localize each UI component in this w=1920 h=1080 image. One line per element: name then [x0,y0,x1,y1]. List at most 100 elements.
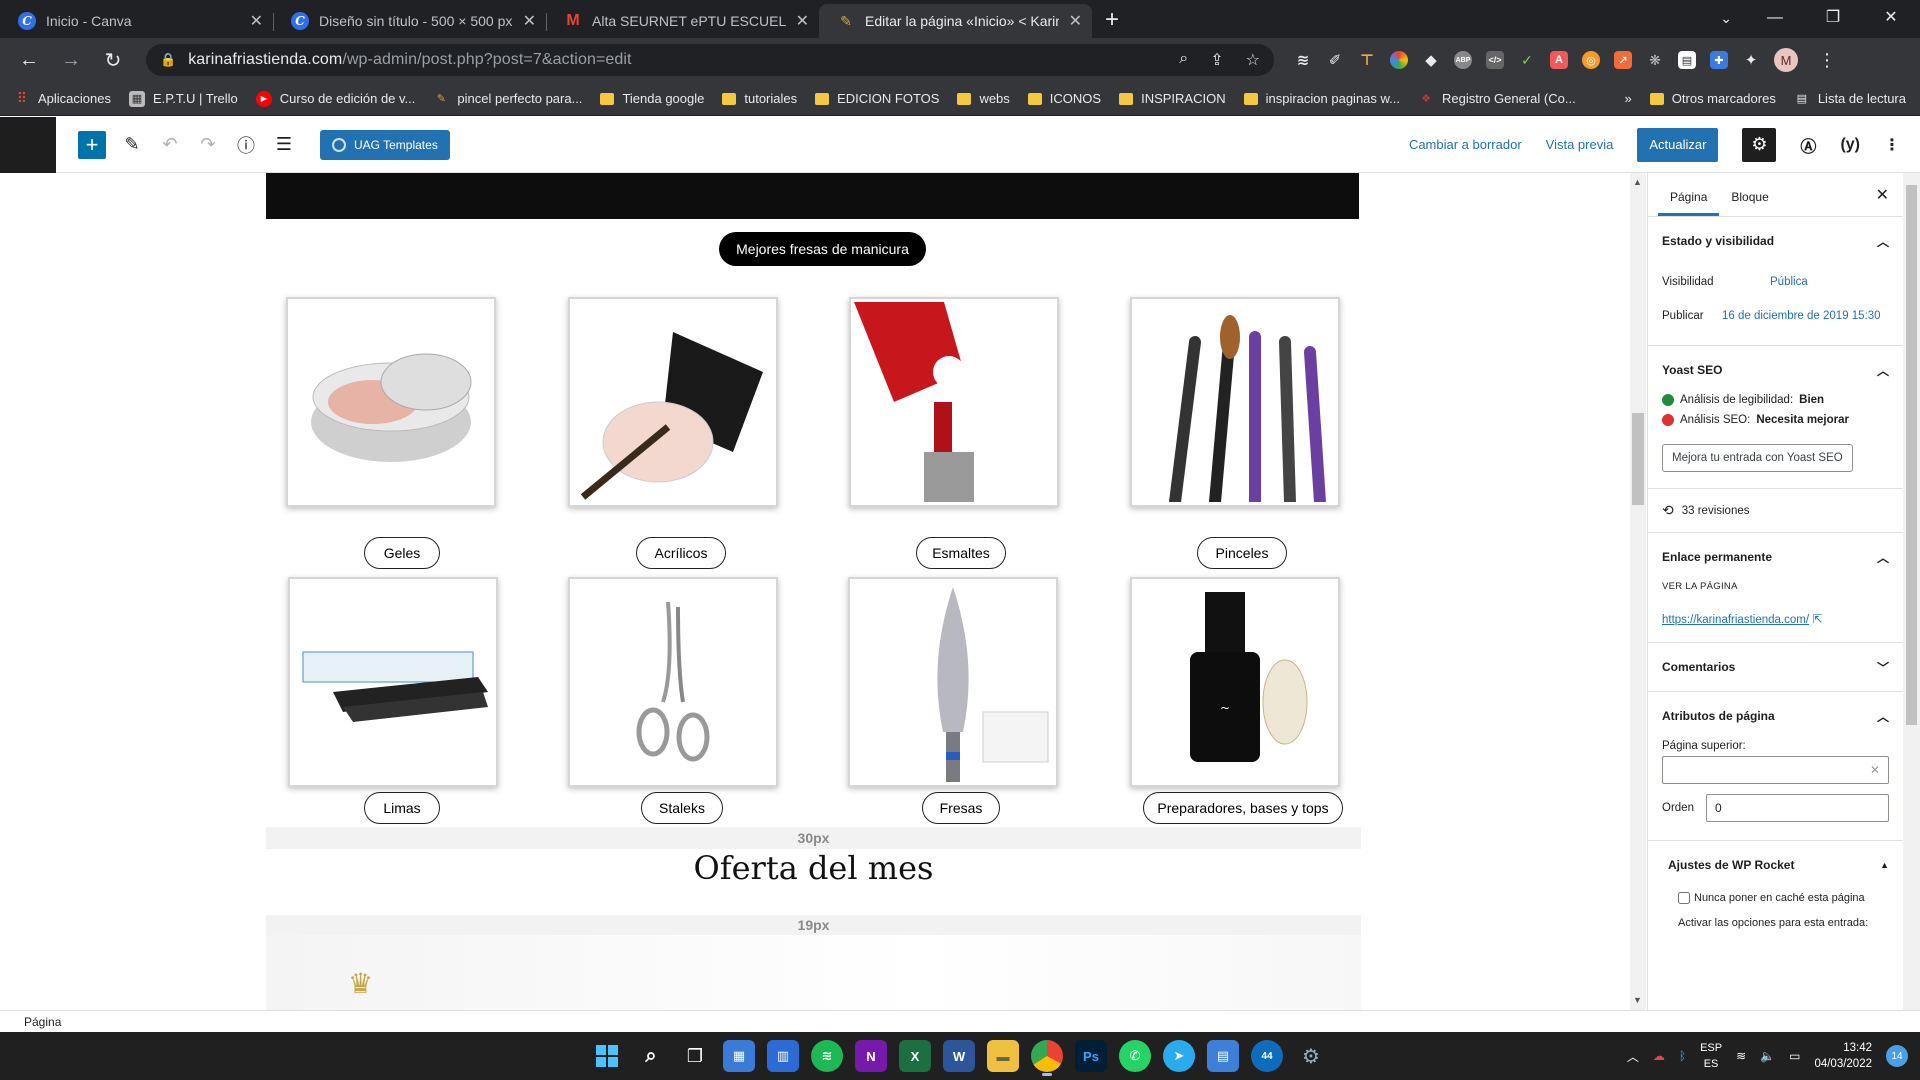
close-icon[interactable]: ✕ [523,11,536,31]
bookmarks-overflow-button[interactable]: » [1625,91,1632,106]
widgets-icon[interactable]: ▦ [723,1040,755,1072]
product-image-preparadores[interactable]: ~ [1130,577,1340,787]
permalink-link[interactable]: https://karinafriastienda.com/ [1662,614,1809,626]
bluetooth-icon[interactable]: ᛒ [1679,1049,1686,1063]
teams-badge-icon[interactable]: 44 [1251,1040,1283,1072]
product-image-staleks[interactable] [568,577,778,787]
spotify-icon[interactable]: ≋ [811,1040,843,1072]
flower-extension-icon[interactable]: ❋ [1646,51,1664,69]
word-icon[interactable]: W [943,1040,975,1072]
profile-avatar[interactable]: M [1774,48,1798,72]
section-heading[interactable]: Oferta del mes [266,849,1361,887]
blue-extension-icon[interactable]: ✚ [1710,51,1728,69]
ruler-extension-icon[interactable]: ⊤ [1358,51,1376,69]
product-image-geles[interactable] [286,297,496,507]
reload-icon[interactable]: ↻ [96,48,130,73]
bookmark-folder[interactable]: inspiracion paginas w... [1243,91,1400,106]
color-picker-extension-icon[interactable] [1390,51,1408,69]
excel-icon[interactable]: X [899,1040,931,1072]
wordpress-logo[interactable] [0,116,56,173]
switch-to-draft-button[interactable]: Cambiar a borrador [1409,137,1522,152]
layers-extension-icon[interactable]: ≋ [1294,51,1312,69]
canvas-scrollbar[interactable]: ▲ ▼ [1630,173,1646,1010]
bookmark-folder[interactable]: ICONOS [1027,91,1101,106]
bookmark-folder[interactable]: tutoriales [722,91,797,106]
parent-page-select[interactable]: ✕ [1662,756,1889,784]
tab-canva-home[interactable]: C Inicio - Canva ✕ [0,4,273,38]
offer-banner-image[interactable]: ♛ [266,935,1361,1010]
publish-date-toggle[interactable]: 16 de diciembre de 2019 15:30 [1722,310,1881,322]
category-button-acrilicos[interactable]: Acrílicos [636,537,726,569]
panel-toggle[interactable]: Comentarios ﹀ [1662,643,1889,691]
language-indicator[interactable]: ESP ES [1700,1040,1722,1072]
zoom-icon[interactable]: ⌕ [1179,50,1188,70]
clock[interactable]: 13:42 04/03/2022 [1814,1040,1872,1072]
wifi-icon[interactable]: ≋ [1736,1049,1746,1063]
spacer-block[interactable]: 19px [266,915,1361,935]
settings-gear-icon[interactable]: ⚙ [1742,127,1777,162]
panel-toggle[interactable]: Ajustes de WP Rocket ▲ [1662,841,1889,889]
redo-icon[interactable]: ↷ [196,134,220,155]
uag-templates-button[interactable]: UAG Templates [320,129,450,160]
check-extension-icon[interactable]: ✓ [1518,51,1536,69]
category-button-pinceles[interactable]: Pinceles [1197,537,1287,569]
search-icon[interactable]: ⌕ [635,1040,667,1072]
star-icon[interactable]: ☆ [1246,50,1260,70]
tab-wordpress-edit[interactable]: ✎ Editar la página «Inicio» < KarinaFri … [819,4,1092,38]
category-button-staleks[interactable]: Staleks [641,792,723,824]
product-image-limas[interactable] [288,577,498,787]
pencil-icon[interactable]: ✎ [120,134,144,155]
revisions-link[interactable]: 33 revisiones [1682,505,1750,517]
panel-toggle[interactable]: Estado y visibilidad ︿ [1662,217,1889,265]
minimize-icon[interactable]: — [1746,0,1804,38]
close-sidebar-icon[interactable]: ✕ [1876,185,1889,205]
bookmark-folder[interactable]: Tienda google [600,91,704,106]
paint-extension-icon[interactable]: ✐ [1326,51,1344,69]
photoshop-icon[interactable]: Ps [1075,1040,1107,1072]
more-options-icon[interactable]: ⋮ [1884,135,1900,155]
chrome-icon[interactable] [1031,1040,1063,1076]
bookmark-pincel[interactable]: ✎ pincel perfecto para... [433,91,583,107]
list-view-icon[interactable]: ☰ [272,134,296,155]
task-view-icon[interactable]: ❐ [679,1040,711,1072]
product-image-esmaltes[interactable] [849,297,1059,507]
acrobat-extension-icon[interactable]: A [1550,51,1568,69]
panel-revisions[interactable]: ⟲ 33 revisiones [1648,489,1903,533]
chevron-up-icon[interactable]: ︿ [1627,1048,1639,1065]
calendar-icon[interactable]: ▥ [767,1040,799,1072]
bookmark-apps[interactable]: ⠿ Aplicaciones [14,90,111,107]
close-window-icon[interactable]: ✕ [1862,0,1920,38]
back-icon[interactable]: ← [12,49,46,72]
preview-button[interactable]: Vista previa [1546,137,1614,152]
code-extension-icon[interactable]: </> [1486,51,1504,69]
cloud-icon[interactable]: ☁ [1653,1049,1665,1063]
panel-toggle[interactable]: Yoast SEO ︿ [1662,346,1889,394]
new-tab-button[interactable]: + [1092,4,1132,38]
category-button-limas[interactable]: Limas [364,792,440,824]
onenote-icon[interactable]: N [855,1040,887,1072]
file-explorer-icon[interactable]: ▬ [987,1040,1019,1072]
tab-page[interactable]: Página [1658,190,1720,216]
spacer-block[interactable]: 30px [266,827,1361,849]
lock-icon[interactable]: 🔒 [160,52,176,68]
puzzle-extensions-icon[interactable]: ✦ [1742,51,1760,69]
scroll-up-icon[interactable]: ▲ [1633,177,1642,187]
notifications-badge[interactable]: 14 [1886,1045,1908,1067]
hero-image-bottom[interactable] [266,173,1359,219]
astra-icon[interactable]: Ⓐ [1800,133,1816,157]
yoast-improve-button[interactable]: Mejora tu entrada con Yoast SEO [1662,444,1853,472]
close-icon[interactable]: ✕ [1069,11,1082,31]
battery-icon[interactable]: ▭ [1789,1049,1800,1063]
category-button-geles[interactable]: Geles [364,537,440,569]
yoast-icon[interactable]: (y) [1840,136,1860,154]
share-icon[interactable]: ⇪ [1210,50,1223,70]
bookmark-youtube[interactable]: ▶ Curso de edición de v... [255,90,415,107]
diamond-extension-icon[interactable]: ◆ [1422,51,1440,69]
no-cache-checkbox[interactable] [1678,892,1690,904]
panel-toggle[interactable]: Enlace permanente ︿ [1662,533,1889,581]
tab-block[interactable]: Bloque [1719,190,1780,216]
browser-menu-icon[interactable]: ⋮ [1818,50,1836,71]
update-button[interactable]: Actualizar [1637,127,1719,162]
featured-button[interactable]: Mejores fresas de manicura [719,232,926,266]
editor-canvas[interactable]: Mejores fresas de manicura Geles Acrílic… [0,173,1630,1010]
